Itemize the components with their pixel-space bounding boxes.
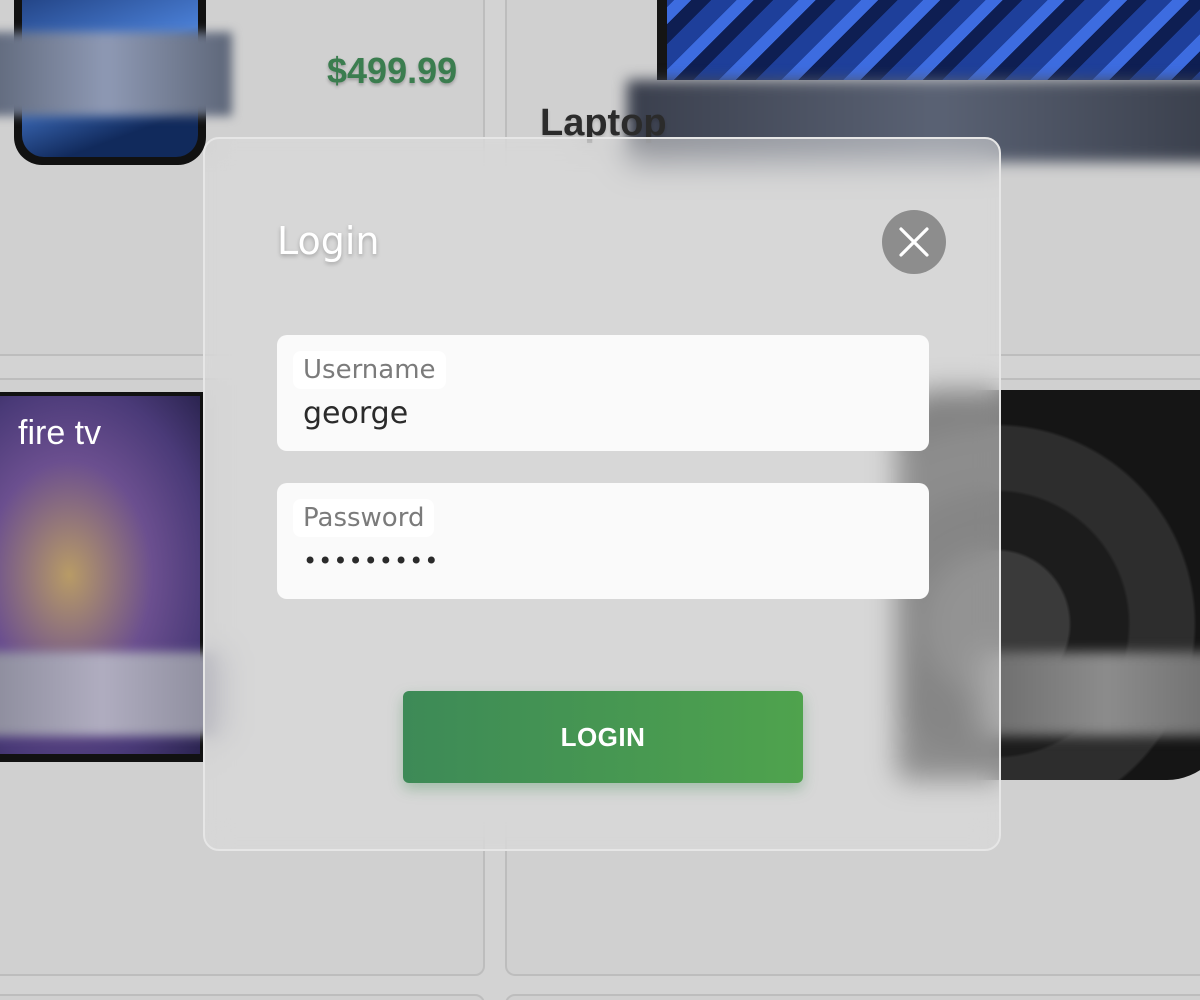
modal-title: Login (277, 219, 380, 263)
username-input[interactable] (303, 391, 903, 435)
login-modal: Login Username Password LOGIN (203, 137, 1001, 851)
modal-overlay: Login Username Password LOGIN (0, 0, 1200, 1000)
username-label: Username (293, 351, 446, 389)
login-button[interactable]: LOGIN (403, 691, 803, 783)
password-input[interactable] (303, 539, 903, 583)
password-label: Password (293, 499, 435, 537)
password-field[interactable]: Password (277, 483, 929, 599)
close-button[interactable] (882, 210, 946, 274)
username-field[interactable]: Username (277, 335, 929, 451)
close-icon (899, 227, 929, 257)
